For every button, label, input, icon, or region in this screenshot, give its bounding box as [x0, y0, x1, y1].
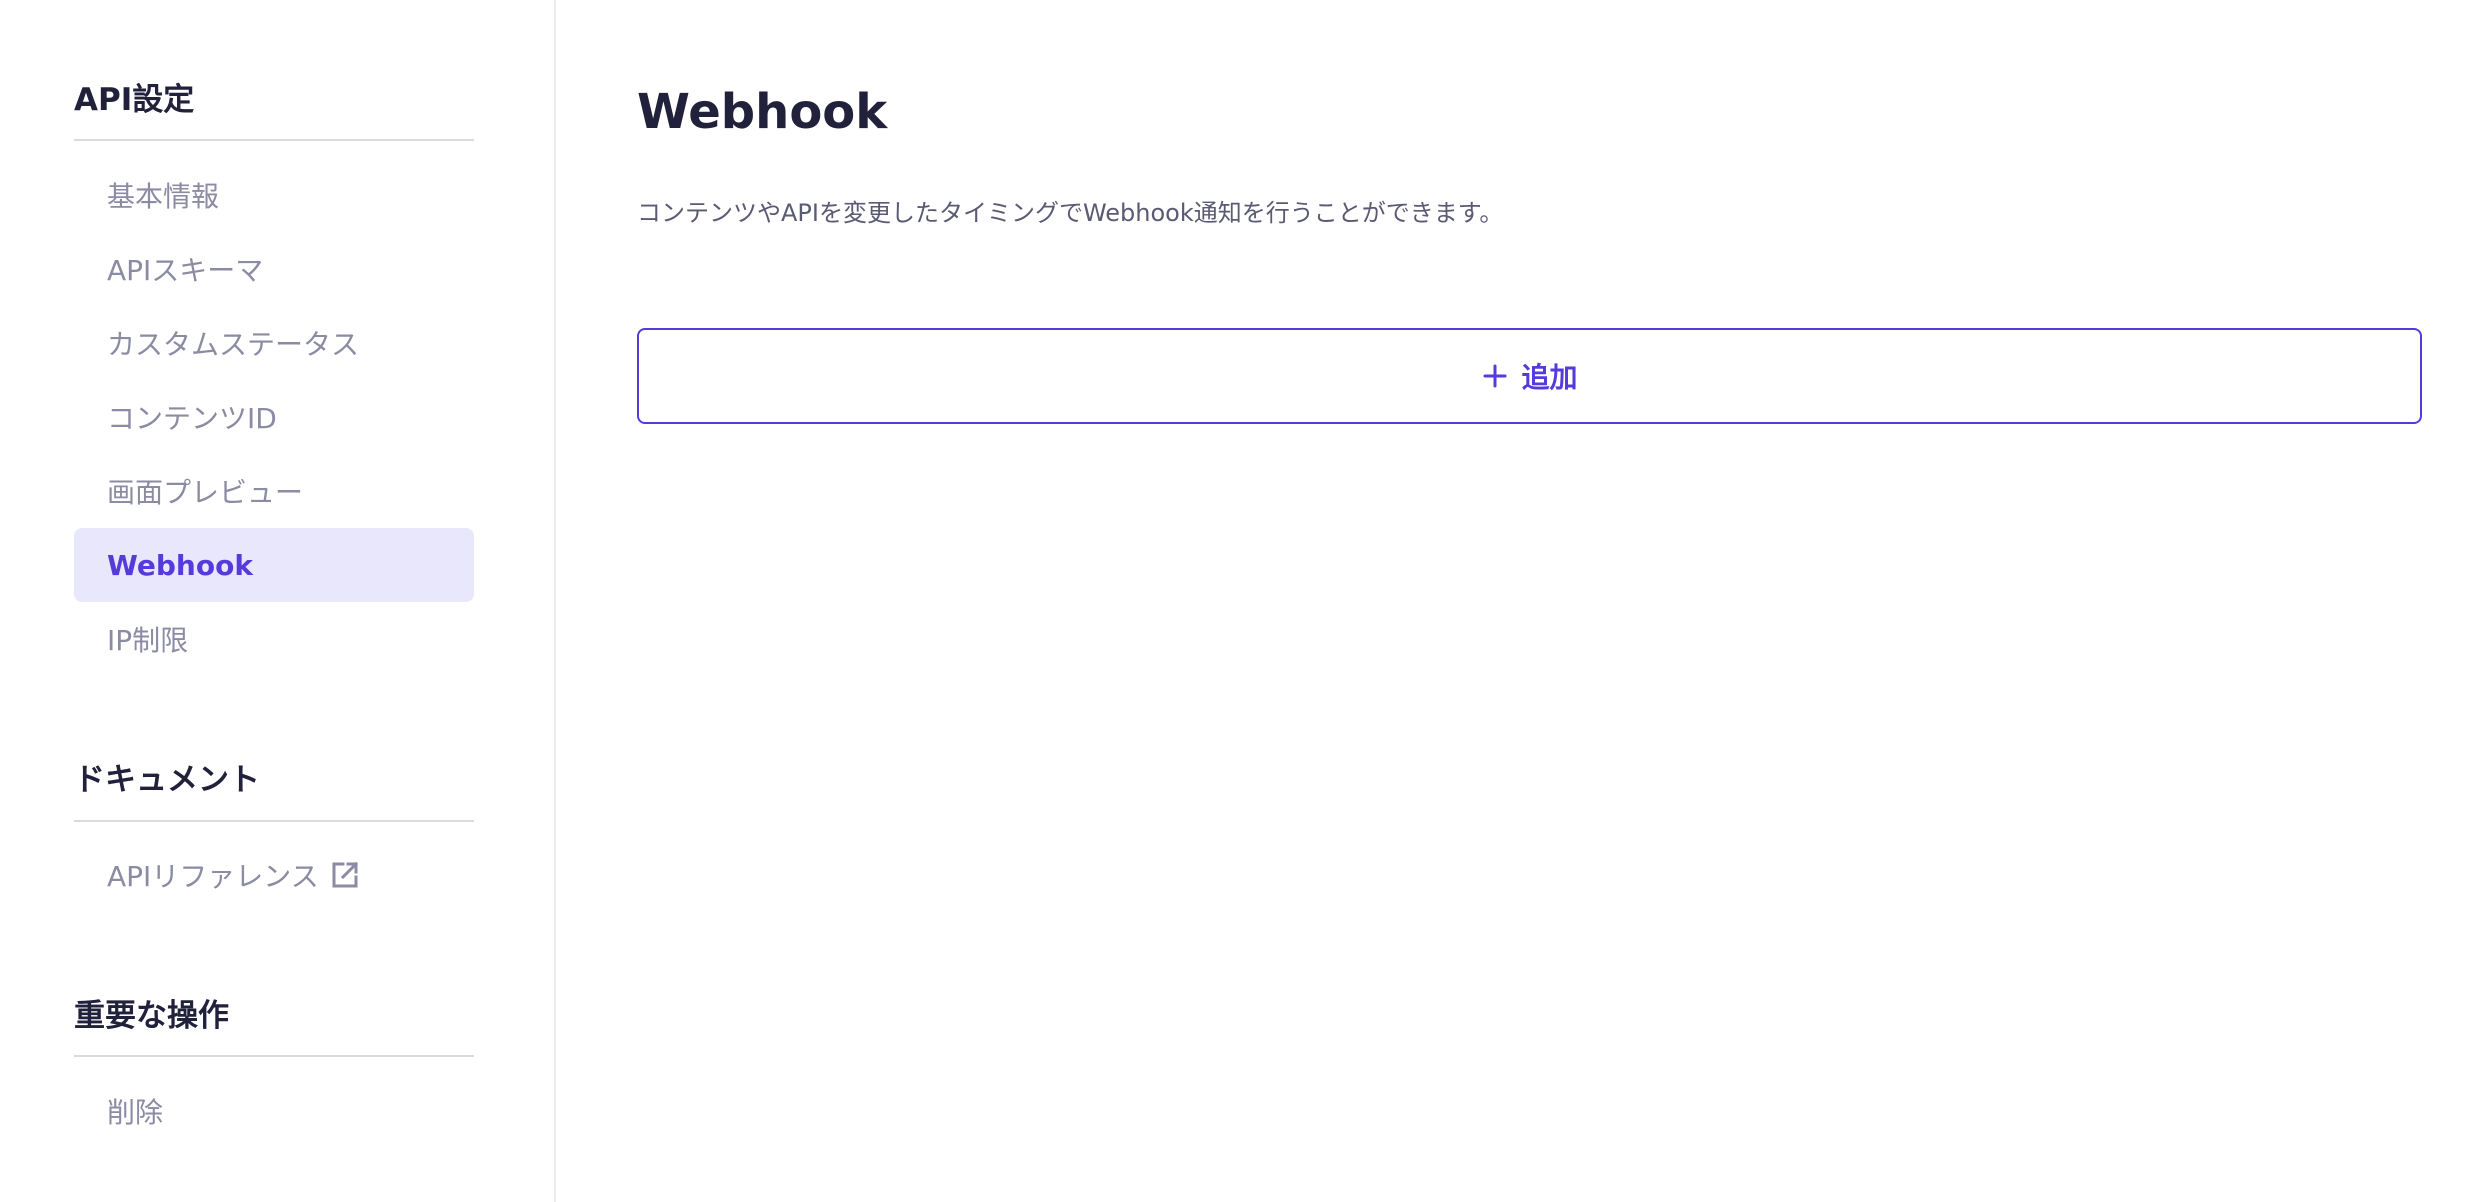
sidebar: API設定 基本情報 APIスキーマ カスタムステータス コンテンツID 画面プ…: [0, 0, 556, 1202]
sidebar-item-webhook[interactable]: Webhook: [74, 528, 474, 602]
sidebar-item-basic-info[interactable]: 基本情報: [74, 158, 474, 232]
external-link-icon: [329, 859, 361, 891]
sidebar-item-custom-status[interactable]: カスタムステータス: [74, 306, 474, 380]
section-heading-api-settings: API設定: [74, 82, 195, 118]
app-layout: API設定 基本情報 APIスキーマ カスタムステータス コンテンツID 画面プ…: [0, 0, 2486, 1202]
sidebar-item-label: コンテンツID: [107, 402, 277, 435]
sidebar-item-label: カスタムステータス: [107, 328, 360, 361]
sidebar-item-screen-preview[interactable]: 画面プレビュー: [74, 454, 474, 528]
sidebar-item-api-reference[interactable]: APIリファレンス: [74, 838, 474, 912]
section-divider: [74, 1055, 474, 1057]
plus-icon: [1481, 362, 1509, 390]
section-divider: [74, 820, 474, 822]
sidebar-item-api-schema[interactable]: APIスキーマ: [74, 232, 474, 306]
sidebar-item-label: 画面プレビュー: [107, 476, 304, 509]
sidebar-item-label: IP制限: [107, 624, 189, 657]
page-description: コンテンツやAPIを変更したタイミングでWebhook通知を行うことができます。: [637, 199, 1504, 227]
add-webhook-button[interactable]: 追加: [637, 328, 2422, 424]
add-button-label: 追加: [1521, 361, 1578, 394]
main-content: Webhook コンテンツやAPIを変更したタイミングでWebhook通知を行う…: [556, 0, 2486, 1202]
sidebar-item-label: Webhook: [107, 548, 253, 582]
sidebar-item-label: APIスキーマ: [107, 254, 264, 287]
sidebar-item-content-id[interactable]: コンテンツID: [74, 380, 474, 454]
sidebar-item-delete[interactable]: 削除: [74, 1074, 474, 1148]
section-heading-critical-actions: 重要な操作: [74, 998, 229, 1034]
sidebar-item-label: APIリファレンス: [107, 860, 319, 893]
section-heading-documents: ドキュメント: [74, 762, 260, 798]
section-divider: [74, 139, 474, 141]
sidebar-item-label: 基本情報: [107, 180, 220, 213]
sidebar-item-ip-restriction[interactable]: IP制限: [74, 602, 474, 676]
sidebar-item-label: 削除: [107, 1096, 164, 1129]
page-title: Webhook: [637, 84, 888, 140]
